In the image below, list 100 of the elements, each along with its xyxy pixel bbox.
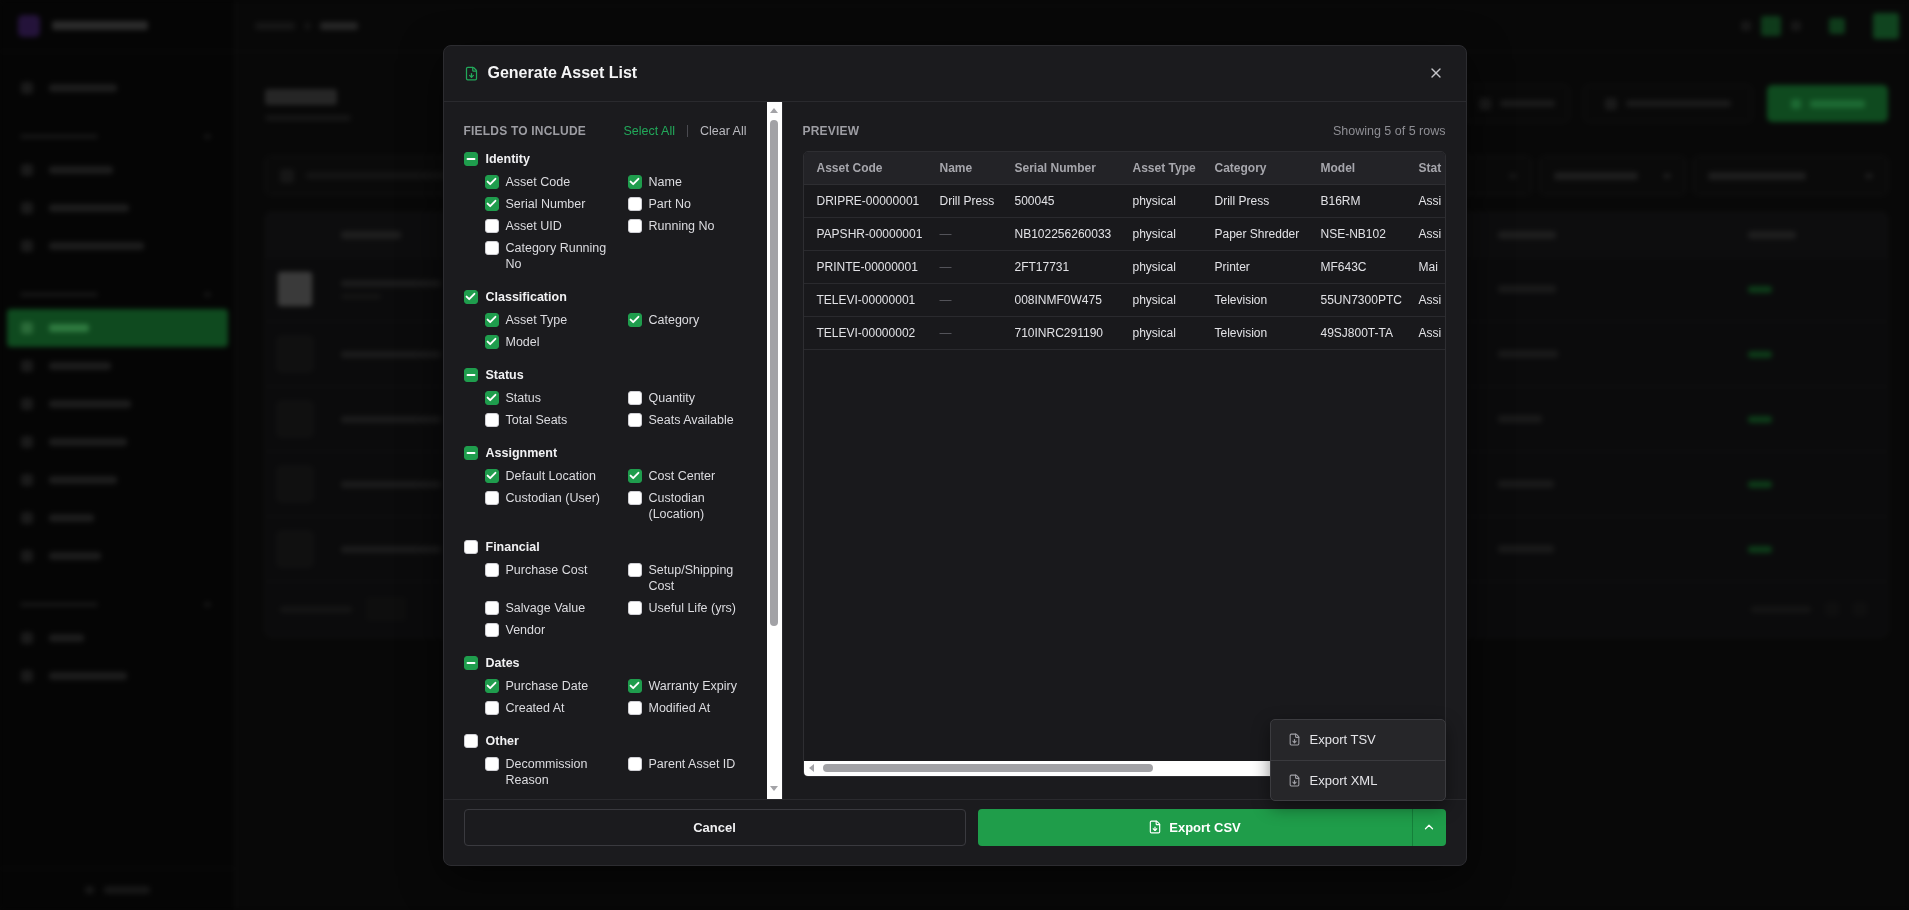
checkbox[interactable] (627, 562, 642, 577)
link-button[interactable]: Clear All (699, 123, 747, 138)
field-label: Asset UID (505, 217, 562, 234)
group-label: Dates (485, 655, 520, 670)
field-label: Purchase Date (505, 677, 589, 694)
scrollbar-thumb[interactable] (822, 764, 1153, 772)
checkmark-icon (487, 200, 496, 207)
menu-item[interactable]: Export TSV (1270, 719, 1445, 760)
table-cell-text: Television (1213, 292, 1269, 307)
checkbox[interactable] (484, 174, 499, 189)
minus-icon (466, 451, 475, 454)
table-cell-text: — (938, 325, 953, 340)
table-cell-text: Assi (1417, 325, 1443, 340)
checkbox[interactable] (627, 490, 642, 505)
minus-icon (466, 661, 475, 664)
checkbox[interactable] (463, 367, 478, 382)
column-header: Stat (1417, 160, 1443, 175)
field-label: Name (648, 173, 682, 190)
table-cell-text: physical (1131, 325, 1177, 340)
checkbox[interactable] (484, 490, 499, 505)
checkbox[interactable] (463, 733, 478, 748)
checkmark-icon (630, 316, 639, 323)
table-cell-text: 55UN7300PTC (1319, 292, 1403, 307)
checkbox[interactable] (484, 218, 499, 233)
table-cell-text: DRIPRE-00000001 (815, 193, 921, 208)
scrollbar-thumb[interactable] (770, 119, 778, 626)
checkbox[interactable] (627, 600, 642, 615)
row-count-text: Showing 5 of 5 rows (1332, 123, 1446, 138)
checkbox[interactable] (627, 412, 642, 427)
checkbox[interactable] (463, 539, 478, 554)
table-cell-text: physical (1131, 226, 1177, 241)
checkbox[interactable] (627, 700, 642, 715)
group-label: Status (485, 367, 524, 382)
checkbox[interactable] (484, 700, 499, 715)
table-cell-text: 500045 (1013, 193, 1056, 208)
checkmark-icon (487, 338, 496, 345)
field-label: Modified At (648, 699, 711, 716)
link-button[interactable]: Select All (623, 123, 675, 138)
field-label: Vendor (505, 621, 546, 638)
table-cell-text: Drill Press (938, 193, 996, 208)
field-label: Quantity (648, 389, 696, 406)
dropdown-toggle-button[interactable] (1411, 808, 1446, 846)
checkbox[interactable] (484, 390, 499, 405)
checkmark-icon (487, 178, 496, 185)
checkbox[interactable] (627, 196, 642, 211)
section-heading: PREVIEW (802, 123, 860, 138)
checkmark-icon (630, 178, 639, 185)
cancel-button[interactable]: Cancel (463, 808, 966, 846)
checkbox[interactable] (463, 289, 478, 304)
checkmark-icon (466, 293, 475, 300)
table-cell-text: TELEVI-00000002 (815, 325, 917, 340)
checkbox[interactable] (463, 445, 478, 460)
export-button[interactable]: Export CSV (977, 808, 1412, 846)
table-cell-text: Assi (1417, 292, 1443, 307)
checkbox[interactable] (484, 756, 499, 771)
checkbox[interactable] (627, 312, 642, 327)
field-label: Custodian (User) (505, 489, 600, 506)
checkbox[interactable] (484, 562, 499, 577)
field-label: Running No (648, 217, 715, 234)
checkbox[interactable] (484, 196, 499, 211)
checkbox[interactable] (484, 412, 499, 427)
checkbox[interactable] (463, 151, 478, 166)
column-header: Asset Code (815, 160, 884, 175)
checkbox[interactable] (484, 312, 499, 327)
checkbox[interactable] (484, 334, 499, 349)
checkbox[interactable] (484, 600, 499, 615)
column-header: Serial Number (1013, 160, 1097, 175)
checkbox[interactable] (627, 468, 642, 483)
checkmark-icon (630, 472, 639, 479)
table-cell-text: — (938, 292, 953, 307)
checkbox[interactable] (484, 240, 499, 255)
field-label: Status (505, 389, 541, 406)
field-label: Part No (648, 195, 691, 212)
checkbox[interactable] (627, 218, 642, 233)
checkbox[interactable] (463, 655, 478, 670)
checkbox[interactable] (484, 678, 499, 693)
table-cell-text: 2FT17731 (1013, 259, 1071, 274)
table-cell-text: Assi (1417, 193, 1443, 208)
table-cell-text: NB102256260033 (1013, 226, 1113, 241)
checkmark-icon (487, 682, 496, 689)
field-label: Purchase Cost (505, 561, 588, 578)
checkbox[interactable] (484, 468, 499, 483)
vertical-scrollbar[interactable] (766, 101, 782, 799)
field-label: Asset Code (505, 173, 571, 190)
checkbox[interactable] (484, 622, 499, 637)
column-header: Model (1319, 160, 1357, 175)
field-label: Category (648, 311, 700, 328)
minus-icon (466, 157, 475, 160)
checkbox[interactable] (627, 756, 642, 771)
field-label: Parent Asset ID (648, 755, 736, 772)
file-download-icon (1287, 773, 1301, 787)
file-download-icon (463, 65, 479, 81)
table-cell-text: MF643C (1319, 259, 1368, 274)
column-header: Name (938, 160, 974, 175)
menu-item[interactable]: Export XML (1270, 759, 1445, 800)
checkbox[interactable] (627, 678, 642, 693)
table-cell-text: physical (1131, 259, 1177, 274)
checkbox[interactable] (627, 390, 642, 405)
table-cell-text: PAPSHR-00000001 (815, 226, 924, 241)
checkbox[interactable] (627, 174, 642, 189)
